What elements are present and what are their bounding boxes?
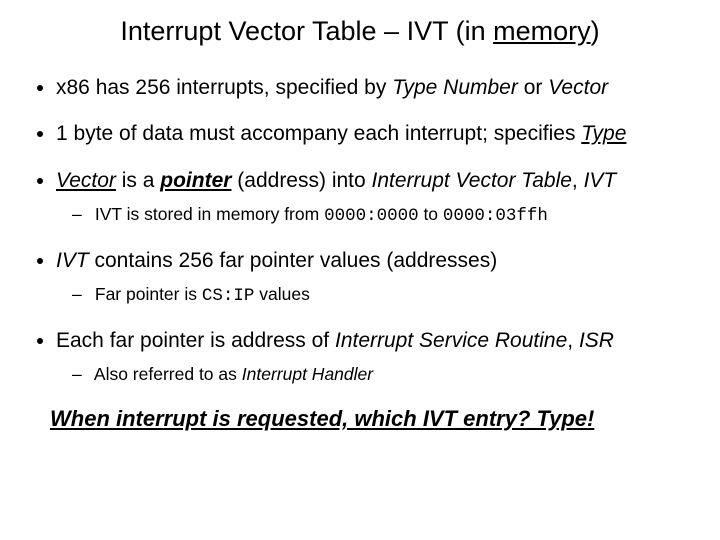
b3-mid: is a: [116, 169, 160, 192]
b5-isr-long: Interrupt Service Routine: [335, 329, 567, 352]
b3-ivt-long: Interrupt Vector Table: [372, 169, 572, 192]
b2-type: Type: [581, 122, 626, 145]
b1-or: or: [518, 76, 548, 99]
title-memory: memory: [493, 16, 591, 46]
bullet-1: x86 has 256 interrupts, specified by Typ…: [56, 75, 690, 101]
bullet-3-sub-1: IVT is stored in memory from 0000:0000 t…: [76, 204, 690, 228]
b4s-csip: CS:IP: [202, 286, 255, 306]
title-text-pre: Interrupt Vector Table – IVT (in: [120, 16, 493, 46]
bullet-3-sub: IVT is stored in memory from 0000:0000 t…: [56, 204, 690, 228]
bullet-4-sub: Far pointer is CS:IP values: [56, 284, 690, 308]
bullet-5-sub-1: Also referred to as Interrupt Handler: [76, 364, 690, 386]
bullet-4-sub-1: Far pointer is CS:IP values: [76, 284, 690, 308]
b3-comma: ,: [572, 169, 584, 192]
b5s-ih: Interrupt Handler: [242, 364, 373, 384]
b1-vector: Vector: [548, 76, 608, 99]
b1-type-number: Type Number: [392, 76, 518, 99]
bullet-5-sub: Also referred to as Interrupt Handler: [56, 364, 690, 386]
closing-line: When interrupt is requested, which IVT e…: [50, 406, 690, 432]
slide: Interrupt Vector Table – IVT (in memory)…: [0, 0, 720, 540]
b3s-text: IVT is stored in memory from: [95, 204, 324, 224]
b3s-range-end: 0000:03ffh: [443, 206, 548, 226]
b4s-a: Far pointer is: [95, 284, 202, 304]
b4-rest: contains 256 far pointer values (address…: [89, 249, 498, 272]
b4s-b: values: [254, 284, 309, 304]
b5s-a: Also referred to as: [94, 364, 242, 384]
b5-a: Each far pointer is address of: [56, 329, 335, 352]
bullet-list: x86 has 256 interrupts, specified by Typ…: [30, 75, 690, 386]
slide-title: Interrupt Vector Table – IVT (in memory): [30, 16, 690, 47]
b3-ivt-short: IVT: [584, 169, 617, 192]
bullet-3: Vector is a pointer (address) into Inter…: [56, 168, 690, 228]
b3s-range-start: 0000:0000: [324, 206, 419, 226]
b3-into: (address) into: [231, 169, 371, 192]
bullet-2: 1 byte of data must accompany each inter…: [56, 121, 690, 147]
bullet-5: Each far pointer is address of Interrupt…: [56, 328, 690, 386]
b5-isr-short: ISR: [579, 329, 614, 352]
b2-text: 1 byte of data must accompany each inter…: [56, 122, 581, 145]
b5-comma: ,: [567, 329, 579, 352]
b4-ivt: IVT: [56, 249, 89, 272]
b3-vector: Vector: [56, 169, 116, 192]
b3-pointer: pointer: [160, 169, 231, 192]
b3s-to: to: [419, 204, 443, 224]
b1-text: x86 has 256 interrupts, specified by: [56, 76, 392, 99]
bullet-4: IVT contains 256 far pointer values (add…: [56, 248, 690, 308]
title-text-post: ): [591, 16, 600, 46]
